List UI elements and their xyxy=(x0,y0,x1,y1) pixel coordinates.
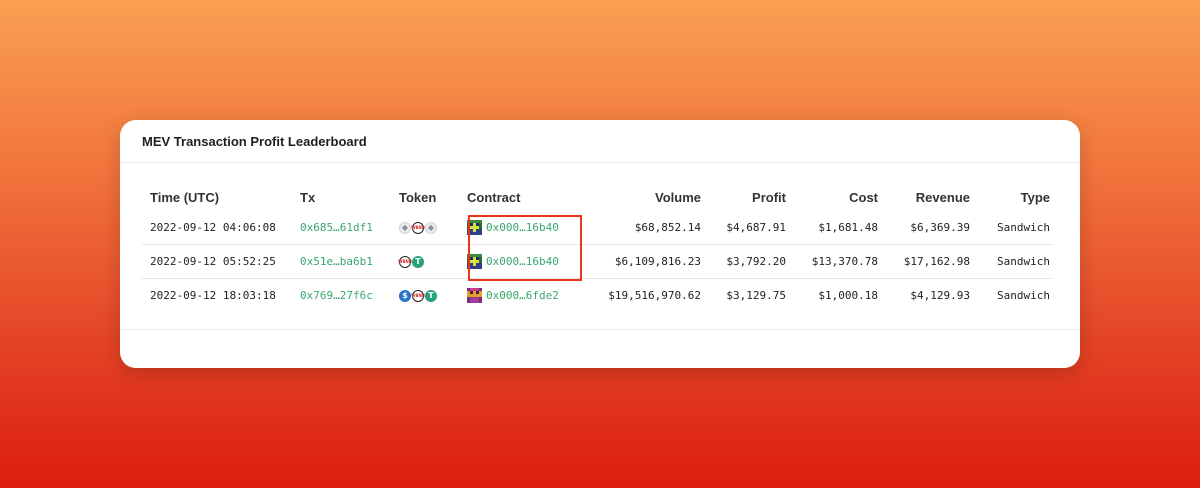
col-header-token[interactable]: Token xyxy=(399,183,467,211)
wbnb-icon: WBNB xyxy=(411,221,425,234)
cell-revenue: $6,369.39 xyxy=(878,211,970,245)
col-header-tx[interactable]: Tx xyxy=(300,183,399,211)
cell-type: Sandwich xyxy=(970,211,1052,245)
leaderboard-table: Time (UTC) Tx Token Contract Volume Prof… xyxy=(142,183,1052,312)
token-icons: WBNB T xyxy=(398,255,467,268)
cell-tx: 0x51e…ba6b1 xyxy=(300,244,399,279)
col-header-volume[interactable]: Volume xyxy=(581,183,701,211)
cell-time: 2022-09-12 18:03:18 xyxy=(150,289,276,302)
contract-avatar-icon xyxy=(467,220,482,235)
cell-volume: $6,109,816.23 xyxy=(581,244,701,279)
col-header-type[interactable]: Type xyxy=(970,183,1052,211)
cell-revenue: $17,162.98 xyxy=(878,244,970,279)
table-body: 2022-09-12 04:06:08 0x685…61df1 ◆ WBNB ◆ 0x00… xyxy=(142,211,1052,312)
col-header-revenue[interactable]: Revenue xyxy=(878,183,970,211)
leaderboard-card: MEV Transaction Profit Leaderboard Time … xyxy=(120,120,1080,368)
contract-address-link[interactable]: 0x000…6fde2 xyxy=(486,289,559,302)
token-icons: ◆ WBNB ◆ xyxy=(399,221,467,234)
cell-profit: $4,687.91 xyxy=(701,211,786,245)
cell-revenue: $4,129.93 xyxy=(910,289,970,302)
col-header-time[interactable]: Time (UTC) xyxy=(142,183,300,211)
usdc-icon: $ xyxy=(399,289,411,302)
contract-entry: 0x000…16b40 xyxy=(467,254,581,269)
token-icons: $ WBNB T xyxy=(399,289,467,302)
table-row[interactable]: 2022-09-12 18:03:18 0x769…27f6c $ WBNB T 0x00… xyxy=(142,279,1052,313)
table-row[interactable]: 2022-09-12 05:52:25 0x51e…ba6b1 WBNB T 0x000… xyxy=(142,244,1052,279)
cell-cost: $1,000.18 xyxy=(818,289,878,302)
cell-type: Sandwich xyxy=(997,289,1050,302)
eth-icon: ◆ xyxy=(399,221,411,234)
cell-time: 2022-09-12 04:06:08 xyxy=(142,211,300,245)
contract-address-link[interactable]: 0x000…16b40 xyxy=(486,255,559,268)
col-header-profit[interactable]: Profit xyxy=(701,183,786,211)
tx-hash-link[interactable]: 0x769…27f6c xyxy=(300,289,373,302)
cell-tx: 0x769…27f6c xyxy=(300,279,399,313)
cell-profit: $3,129.75 xyxy=(726,289,786,302)
leaderboard-table-wrap: Time (UTC) Tx Token Contract Volume Prof… xyxy=(142,183,1052,312)
col-header-contract[interactable]: Contract xyxy=(467,183,581,211)
contract-avatar-icon xyxy=(467,254,482,269)
table-header-row: Time (UTC) Tx Token Contract Volume Prof… xyxy=(142,183,1052,211)
cell-tx: 0x685…61df1 xyxy=(300,211,399,245)
eth-icon: ◆ xyxy=(425,221,437,234)
contract-entry: 0x000…16b40 xyxy=(467,220,581,235)
wbnb-icon: WBNB xyxy=(411,289,425,302)
cell-volume: $68,852.14 xyxy=(581,211,701,245)
card-title: MEV Transaction Profit Leaderboard xyxy=(142,133,367,149)
card-header: MEV Transaction Profit Leaderboard xyxy=(120,120,1080,163)
cell-contract: 0x000…16b40 xyxy=(467,244,581,279)
cell-token: ◆ WBNB ◆ xyxy=(399,211,467,245)
cell-contract: 0x000…6fde2 xyxy=(467,279,581,313)
cell-volume: $19,516,970.62 xyxy=(608,289,701,302)
cell-contract: 0x000…16b40 xyxy=(467,211,581,245)
cell-profit: $3,792.20 xyxy=(701,244,786,279)
tx-hash-link[interactable]: 0x51e…ba6b1 xyxy=(300,255,373,268)
wbnb-icon: WBNB xyxy=(398,255,412,268)
cell-type: Sandwich xyxy=(970,244,1052,279)
contract-entry: 0x000…6fde2 xyxy=(467,288,581,303)
contract-address-link[interactable]: 0x000…16b40 xyxy=(486,221,559,234)
col-header-cost[interactable]: Cost xyxy=(786,183,878,211)
tether-icon: T xyxy=(425,289,437,302)
cell-token: $ WBNB T xyxy=(399,279,467,313)
cell-cost: $1,681.48 xyxy=(786,211,878,245)
card-footer xyxy=(120,329,1080,368)
cell-time: 2022-09-12 05:52:25 xyxy=(142,244,300,279)
tx-hash-link[interactable]: 0x685…61df1 xyxy=(300,221,373,234)
table-row[interactable]: 2022-09-12 04:06:08 0x685…61df1 ◆ WBNB ◆ 0x00… xyxy=(142,211,1052,245)
cell-token: WBNB T xyxy=(398,244,467,279)
contract-avatar-icon xyxy=(467,288,482,303)
cell-cost: $13,370.78 xyxy=(786,244,878,279)
tether-icon: T xyxy=(412,255,424,268)
